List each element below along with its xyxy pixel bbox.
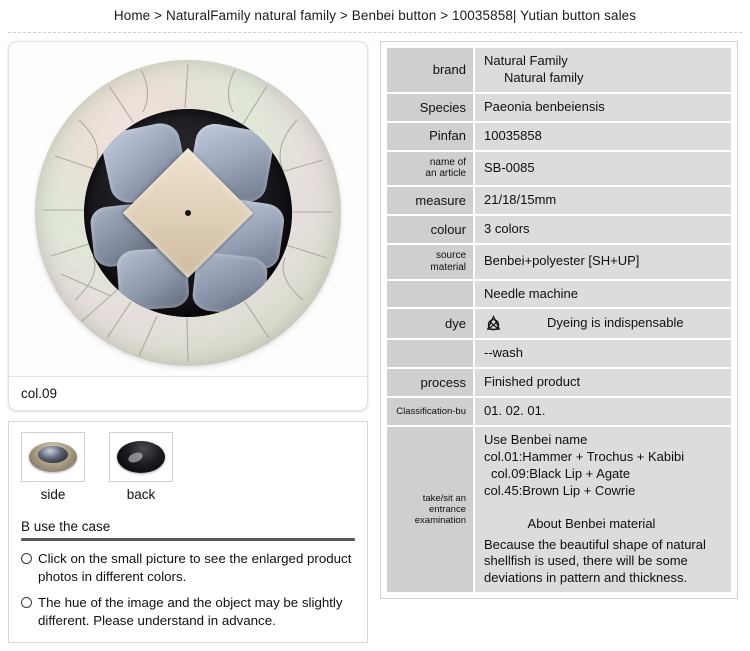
- spec-key-classification: Classification-bu: [387, 398, 473, 426]
- thumbnail-back-label: back: [126, 487, 156, 502]
- spec-value-entrance-examination: Use Benbei name col.01:Hammer + Trochus …: [475, 427, 731, 593]
- spec-key-dye: dye: [387, 309, 473, 339]
- spec-key-brand: brand: [387, 48, 473, 92]
- spec-value-wash: --wash: [475, 340, 731, 368]
- exam-key-line3: examination: [414, 515, 466, 527]
- brand-line-2: Natural family: [504, 69, 584, 85]
- image-caption: col.09: [9, 376, 367, 410]
- dye-text: Dyeing is indispensable: [547, 315, 684, 331]
- note-item-text: Click on the small picture to see the en…: [38, 551, 352, 584]
- thumbnail-back-image[interactable]: [109, 432, 173, 482]
- spec-value-classification: 01. 02. 01.: [475, 398, 731, 426]
- exam-key-line1: take/sit an: [422, 492, 466, 504]
- exam-line: col.45:Brown Lip + Cowrie: [484, 482, 636, 498]
- spec-value-process: Finished product: [475, 369, 731, 397]
- thumbnail-side-image[interactable]: [21, 432, 85, 482]
- exam-heading: About Benbei material: [527, 515, 656, 531]
- exam-line: col.01:Hammer + Trochus + Kabibi: [484, 448, 685, 464]
- spec-key-entrance-examination: take/sit an entrance examination: [387, 427, 473, 593]
- thumbnail-list: side back: [21, 432, 355, 502]
- spec-value-measure: 21/18/15mm: [475, 187, 731, 215]
- spec-key-article-name: name of an article: [387, 151, 473, 186]
- spec-key-source-material: source material: [387, 244, 473, 279]
- spec-key-colour: colour: [387, 216, 473, 243]
- notes-title: B use the case: [21, 519, 111, 534]
- no-bleach-icon: [484, 314, 503, 333]
- spec-value-pinfan: 10035858: [475, 122, 731, 150]
- specification-card: brand Natural Family Natural family Spec…: [380, 41, 738, 600]
- table-row: colour 3 colors: [387, 216, 731, 243]
- thumbnail-back[interactable]: back: [109, 432, 173, 502]
- notes-divider: [21, 538, 355, 541]
- specification-table: brand Natural Family Natural family Spec…: [385, 46, 733, 594]
- right-column: brand Natural Family Natural family Spec…: [380, 41, 738, 600]
- product-detail-page: Home > NaturalFamily natural family > Be…: [0, 0, 750, 651]
- spec-value-colour: 3 colors: [475, 216, 731, 243]
- thumbnails-and-notes-panel: side back B use the case Click on the sm…: [8, 421, 368, 643]
- spec-value-source-material: Benbei+polyester [SH+UP]: [475, 244, 731, 279]
- table-row: process Finished product: [387, 369, 731, 397]
- table-row: Species Paeonia benbeiensis: [387, 93, 731, 121]
- table-row: Needle machine: [387, 280, 731, 308]
- source-key-line2: material: [430, 261, 466, 273]
- spec-value-machine: Needle machine: [475, 280, 731, 308]
- spec-key-blank-machine: [387, 280, 473, 308]
- table-row: Classification-bu 01. 02. 01.: [387, 398, 731, 426]
- spec-value-brand: Natural Family Natural family: [475, 48, 731, 92]
- spec-key-measure: measure: [387, 187, 473, 215]
- main-image-stage: [15, 48, 361, 378]
- table-row: dye Dyeing is indispensable: [387, 309, 731, 339]
- note-item-text: The hue of the image and the object may …: [38, 595, 343, 628]
- exam-body: Because the beautiful shape of natural s…: [484, 536, 706, 586]
- spec-key-blank-wash: [387, 340, 473, 368]
- left-column: col.09 side back B use the case Click on…: [8, 41, 368, 643]
- table-row: measure 21/18/15mm: [387, 187, 731, 215]
- spec-value-dye: Dyeing is indispensable: [475, 309, 731, 339]
- breadcrumb: Home > NaturalFamily natural family > Be…: [0, 0, 750, 30]
- article-key-line1: name of: [429, 156, 466, 168]
- table-row: source material Benbei+polyester [SH+UP]: [387, 244, 731, 279]
- shell-button-image: [35, 60, 341, 366]
- table-row: Pinfan 10035858: [387, 122, 731, 150]
- article-key-line2: an article: [425, 168, 466, 180]
- spec-value-species: Paeonia benbeiensis: [475, 93, 731, 121]
- spec-key-pinfan: Pinfan: [387, 122, 473, 150]
- spec-value-article-name: SB-0085: [475, 151, 731, 186]
- thumbnail-side[interactable]: side: [21, 432, 85, 502]
- content-columns: col.09 side back B use the case Click on…: [0, 33, 750, 643]
- note-item[interactable]: Click on the small picture to see the en…: [21, 550, 355, 585]
- table-row: brand Natural Family Natural family: [387, 48, 731, 92]
- spec-key-process: process: [387, 369, 473, 397]
- table-row: --wash: [387, 340, 731, 368]
- spec-key-species: Species: [387, 93, 473, 121]
- breadcrumb-text[interactable]: Home > NaturalFamily natural family > Be…: [114, 8, 636, 23]
- brand-line-1: Natural Family: [484, 53, 568, 68]
- radio-icon[interactable]: [21, 553, 32, 564]
- source-key-line1: source: [435, 249, 466, 261]
- thumbnail-side-label: side: [40, 487, 66, 502]
- table-row: name of an article SB-0085: [387, 151, 731, 186]
- note-item[interactable]: The hue of the image and the object may …: [21, 594, 355, 629]
- table-row: take/sit an entrance examination Use Ben…: [387, 427, 731, 593]
- exam-key-line2: entrance: [429, 504, 466, 516]
- main-image-card[interactable]: col.09: [8, 41, 368, 411]
- exam-line: col.09:Black Lip + Agate: [491, 465, 631, 481]
- radio-icon[interactable]: [21, 597, 32, 609]
- exam-line: Use Benbei name: [484, 432, 588, 448]
